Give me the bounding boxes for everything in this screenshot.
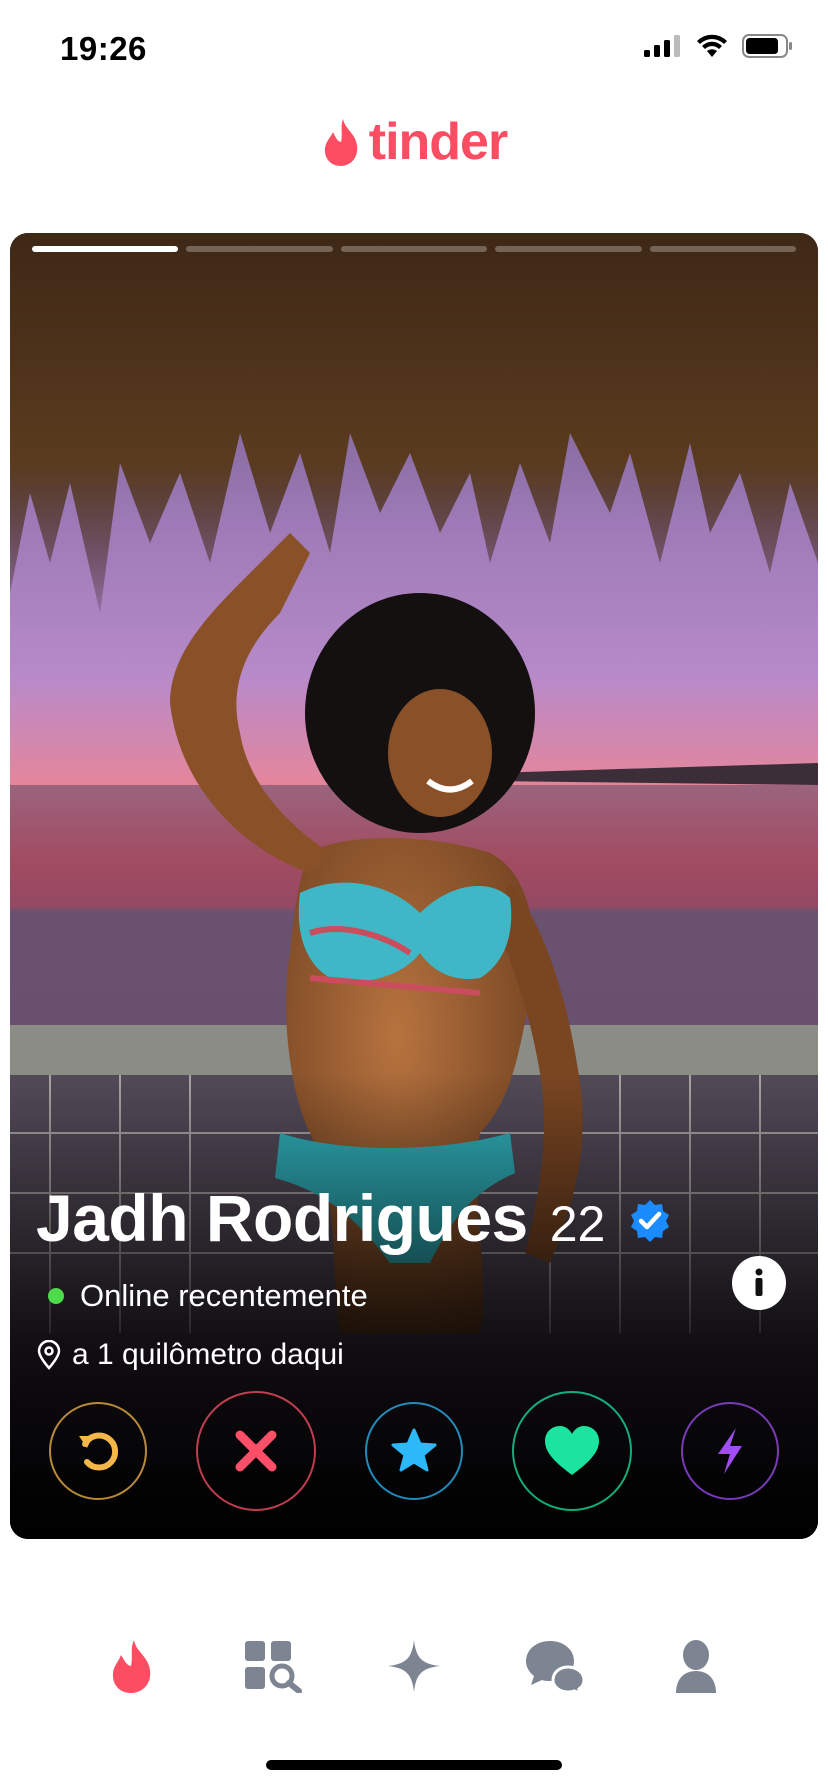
bottom-nav bbox=[0, 1630, 828, 1702]
like-button[interactable] bbox=[512, 1391, 633, 1511]
online-status: Online recentemente bbox=[36, 1278, 792, 1314]
profile-age: 22 bbox=[549, 1196, 606, 1252]
profile-card[interactable]: Jadh Rodrigues 22 Online recentemente a … bbox=[10, 233, 818, 1539]
nope-button[interactable] bbox=[195, 1391, 316, 1511]
photo-progress-segment bbox=[340, 246, 488, 252]
close-icon bbox=[235, 1430, 277, 1472]
home-indicator bbox=[266, 1760, 562, 1770]
name-row: Jadh Rodrigues 22 bbox=[36, 1180, 792, 1256]
nav-messages[interactable] bbox=[519, 1630, 591, 1702]
rewind-icon bbox=[78, 1432, 118, 1471]
wifi-icon bbox=[697, 34, 727, 57]
photo-progress-segment bbox=[649, 246, 797, 252]
photo-progress-segment bbox=[495, 246, 642, 252]
status-icons bbox=[644, 34, 794, 58]
location-pin-icon bbox=[37, 1340, 61, 1370]
nav-explore[interactable] bbox=[237, 1630, 309, 1702]
sparkle-icon bbox=[387, 1640, 440, 1692]
explore-grid-search-icon bbox=[245, 1641, 303, 1693]
battery-icon bbox=[742, 34, 792, 58]
profile-name: Jadh Rodrigues bbox=[36, 1181, 528, 1255]
swipe-actions bbox=[10, 1391, 818, 1511]
super-like-button[interactable] bbox=[364, 1402, 463, 1500]
distance-info: a 1 quilômetro daqui bbox=[36, 1338, 792, 1372]
clock: 19:26 bbox=[60, 30, 147, 67]
photo-progress-segment bbox=[32, 246, 179, 252]
flame-icon bbox=[113, 1640, 151, 1693]
cellular-signal-icon bbox=[644, 35, 680, 57]
verified-badge-icon bbox=[631, 1200, 670, 1242]
tinder-logo: tinder bbox=[0, 116, 828, 168]
online-dot-icon bbox=[48, 1288, 64, 1304]
photo-progress-segment bbox=[186, 246, 333, 252]
rewind-button[interactable] bbox=[48, 1402, 147, 1500]
distance-text: a 1 quilômetro daqui bbox=[72, 1338, 344, 1371]
person-icon bbox=[675, 1640, 716, 1693]
profile-info: Jadh Rodrigues 22 Online recentemente a … bbox=[36, 1180, 792, 1372]
logo-text: tinder bbox=[368, 113, 508, 171]
boost-button[interactable] bbox=[681, 1402, 780, 1500]
status-bar: 19:26 bbox=[0, 0, 828, 100]
lightning-bolt-icon bbox=[718, 1428, 743, 1474]
profile-info-button[interactable] bbox=[732, 1256, 786, 1310]
info-icon bbox=[755, 1268, 763, 1296]
nav-home[interactable] bbox=[96, 1630, 168, 1702]
star-icon bbox=[391, 1428, 437, 1472]
nav-profile[interactable] bbox=[660, 1630, 732, 1702]
flame-logo-icon bbox=[324, 119, 358, 166]
heart-icon bbox=[545, 1426, 600, 1475]
nav-gold[interactable] bbox=[378, 1630, 450, 1702]
online-status-text: Online recentemente bbox=[80, 1278, 368, 1313]
chat-bubbles-icon bbox=[525, 1641, 586, 1693]
photo-progress bbox=[32, 246, 797, 252]
